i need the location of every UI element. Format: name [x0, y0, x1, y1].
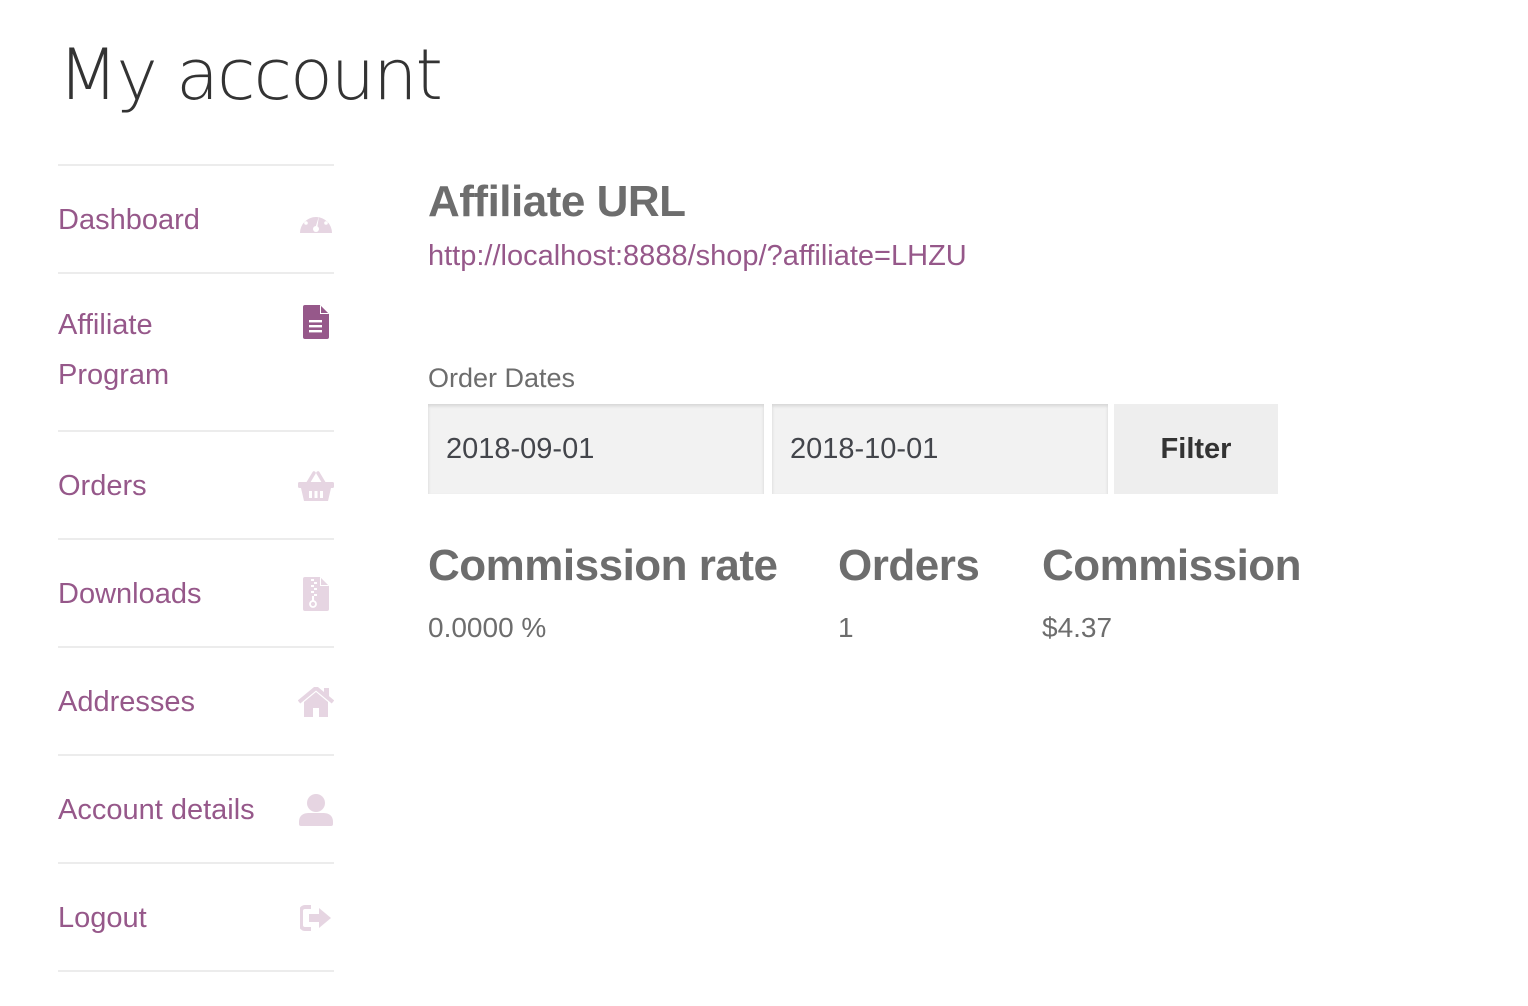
sidebar-item-label: Account details [58, 794, 255, 826]
sign-out-icon [298, 901, 334, 935]
page-title: My account [58, 34, 443, 116]
sidebar-item-label: Downloads [58, 578, 202, 610]
sidebar-item-dashboard[interactable]: Dashboard [58, 166, 334, 274]
sidebar-item-label: Logout [58, 902, 147, 934]
sidebar-item-addresses[interactable]: Addresses [58, 648, 334, 756]
orders-value: 1 [838, 612, 854, 643]
sidebar-item-downloads[interactable]: Downloads [58, 540, 334, 648]
sidebar-item-logout[interactable]: Logout [58, 864, 334, 972]
commission-heading: Commission [1042, 541, 1302, 590]
dashboard-gauge-icon [298, 203, 334, 237]
basket-icon [298, 469, 334, 503]
account-nav-list: Dashboard Affiliate Program Orders Downl… [58, 164, 334, 972]
sidebar-item-affiliate-program[interactable]: Affiliate Program [58, 274, 334, 432]
sidebar-item-label: Affiliate Program [58, 309, 170, 391]
sidebar-item-account-details[interactable]: Account details [58, 756, 334, 864]
commission-value: $4.37 [1042, 612, 1113, 643]
file-text-icon [298, 305, 334, 339]
affiliate-program-content: Affiliate URL http://localhost:8888/shop… [428, 172, 1428, 643]
affiliate-url-link[interactable]: http://localhost:8888/shop/?affiliate=LH… [428, 236, 967, 276]
affiliate-url-heading: Affiliate URL [428, 177, 686, 226]
orders-heading: Orders [838, 541, 980, 590]
sidebar-item-orders[interactable]: Orders [58, 432, 334, 540]
sidebar-item-label: Orders [58, 470, 147, 502]
sidebar-item-label: Dashboard [58, 204, 200, 236]
sidebar-item-label: Addresses [58, 686, 196, 718]
date-from-input[interactable] [428, 404, 764, 494]
commission-rate-heading: Commission rate [428, 541, 778, 590]
file-zip-icon [298, 577, 334, 611]
commission-stat: Commission $4.37 [1042, 536, 1302, 646]
orders-stat: Orders 1 [838, 536, 980, 646]
user-icon [298, 793, 334, 827]
order-dates-label: Order Dates [428, 363, 576, 393]
commission-rate-stat: Commission rate 0.0000 % [428, 536, 778, 646]
home-icon [298, 685, 334, 719]
filter-button[interactable]: Filter [1114, 404, 1278, 494]
date-to-input[interactable] [772, 404, 1108, 494]
commission-rate-value: 0.0000 % [428, 612, 547, 643]
